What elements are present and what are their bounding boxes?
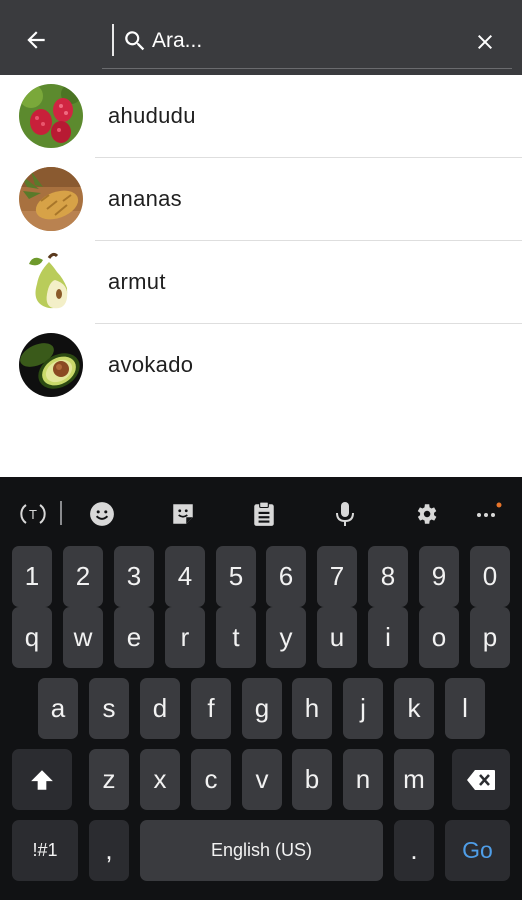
- key-k[interactable]: k: [394, 678, 434, 739]
- key-v[interactable]: v: [242, 749, 282, 810]
- key-p[interactable]: p: [470, 607, 510, 668]
- list-item-label: ahududu: [108, 103, 196, 128]
- key-4[interactable]: 4: [165, 546, 205, 607]
- list-item-label: avokado: [108, 352, 194, 377]
- search-input[interactable]: [152, 26, 452, 56]
- keyboard-toolbar: T: [0, 477, 522, 549]
- symbols-key[interactable]: !#1: [12, 820, 78, 881]
- clear-search-button[interactable]: [464, 26, 506, 58]
- go-key[interactable]: Go: [445, 820, 510, 881]
- sticker-icon[interactable]: [168, 499, 198, 529]
- key-m[interactable]: m: [394, 749, 434, 810]
- results-list: ahududu ananas armut avokado: [0, 75, 522, 407]
- period-key[interactable]: .: [394, 820, 434, 881]
- list-item-label: ananas: [108, 186, 182, 211]
- key-3[interactable]: 3: [114, 546, 154, 607]
- avocado-image: [19, 333, 83, 397]
- key-j[interactable]: j: [343, 678, 383, 739]
- key-d[interactable]: d: [140, 678, 180, 739]
- toolbar-separator: [60, 501, 62, 525]
- key-h[interactable]: h: [292, 678, 332, 739]
- key-q[interactable]: q: [12, 607, 52, 668]
- settings-gear-icon[interactable]: [411, 499, 441, 529]
- search-app-bar: [0, 0, 522, 75]
- shift-arrow-icon: [31, 769, 53, 790]
- key-2[interactable]: 2: [63, 546, 103, 607]
- key-c[interactable]: c: [191, 749, 231, 810]
- emoji-icon[interactable]: [87, 499, 117, 529]
- shift-key[interactable]: [12, 749, 72, 810]
- key-9[interactable]: 9: [419, 546, 459, 607]
- list-item[interactable]: avokado: [0, 324, 522, 407]
- list-item[interactable]: ananas: [0, 158, 522, 241]
- key-n[interactable]: n: [343, 749, 383, 810]
- search-field[interactable]: [102, 14, 512, 69]
- clipboard-icon[interactable]: [249, 499, 279, 529]
- key-i[interactable]: i: [368, 607, 408, 668]
- more-options-icon[interactable]: [472, 499, 502, 529]
- key-b[interactable]: b: [292, 749, 332, 810]
- key-x[interactable]: x: [140, 749, 180, 810]
- key-s[interactable]: s: [89, 678, 129, 739]
- space-key[interactable]: English (US): [140, 820, 383, 881]
- key-8[interactable]: 8: [368, 546, 408, 607]
- raspberry-image: [19, 84, 83, 148]
- key-g[interactable]: g: [242, 678, 282, 739]
- key-u[interactable]: u: [317, 607, 357, 668]
- backspace-key[interactable]: [452, 749, 510, 810]
- microphone-icon[interactable]: [330, 499, 360, 529]
- list-item[interactable]: armut: [0, 241, 522, 324]
- list-item-label: armut: [108, 269, 166, 294]
- key-o[interactable]: o: [419, 607, 459, 668]
- key-5[interactable]: 5: [216, 546, 256, 607]
- on-screen-keyboard: T 1 2 3 4 5 6 7 8 9 0 q w e r t y u i o …: [0, 477, 522, 900]
- back-button[interactable]: [16, 22, 56, 58]
- key-y[interactable]: y: [266, 607, 306, 668]
- list-item[interactable]: ahududu: [0, 75, 522, 158]
- key-t[interactable]: t: [216, 607, 256, 668]
- key-e[interactable]: e: [114, 607, 154, 668]
- key-a[interactable]: a: [38, 678, 78, 739]
- key-l[interactable]: l: [445, 678, 485, 739]
- key-0[interactable]: 0: [470, 546, 510, 607]
- key-f[interactable]: f: [191, 678, 231, 739]
- translate-mode-icon[interactable]: T: [18, 499, 48, 529]
- key-w[interactable]: w: [63, 607, 103, 668]
- backspace-icon: [467, 769, 495, 790]
- search-icon: [125, 31, 145, 51]
- key-6[interactable]: 6: [266, 546, 306, 607]
- key-7[interactable]: 7: [317, 546, 357, 607]
- pineapple-image: [19, 167, 83, 231]
- close-icon: [478, 35, 492, 49]
- comma-key[interactable]: ,: [89, 820, 129, 881]
- pear-image: [19, 250, 83, 314]
- arrow-left-icon: [27, 31, 45, 49]
- key-z[interactable]: z: [89, 749, 129, 810]
- key-r[interactable]: r: [165, 607, 205, 668]
- text-cursor: [112, 24, 114, 56]
- svg-text:T: T: [29, 507, 37, 522]
- key-1[interactable]: 1: [12, 546, 52, 607]
